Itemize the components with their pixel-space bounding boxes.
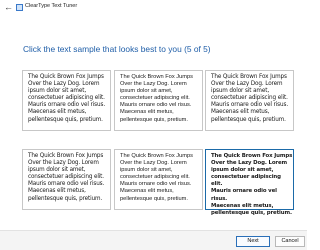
- window-title: ClearType Text Tuner: [25, 3, 78, 9]
- text-sample-2-text: The Quick Brown Fox Jumps Over the Lazy …: [120, 74, 194, 123]
- cleartype-app-icon: [16, 4, 23, 11]
- text-sample-1[interactable]: The Quick Brown Fox Jumps Over the Lazy …: [22, 70, 111, 131]
- text-sample-4-text: The Quick Brown Fox Jumps Over the Lazy …: [28, 153, 105, 202]
- text-sample-6-text: The Quick Brown Fox Jumps Over the Lazy …: [211, 153, 293, 216]
- text-sample-6-selected[interactable]: The Quick Brown Fox Jumps Over the Lazy …: [205, 149, 294, 216]
- text-sample-1-text: The Quick Brown Fox Jumps Over the Lazy …: [28, 74, 106, 123]
- page-heading: Click the text sample that looks best to…: [23, 44, 211, 54]
- text-sample-3[interactable]: The Quick Brown Fox Jumps Over the Lazy …: [205, 70, 294, 131]
- arrow-left-icon[interactable]: ←: [4, 2, 13, 12]
- cleartype-text-tuner-window: ← ClearType Text Tuner Click the text sa…: [0, 0, 307, 250]
- text-sample-5[interactable]: The Quick Brown Fox Jumps Over the Lazy …: [114, 149, 203, 210]
- title-bar: ← ClearType Text Tuner: [0, 0, 307, 16]
- text-sample-3-text: The Quick Brown Fox Jumps Over the Lazy …: [211, 74, 289, 123]
- cancel-button[interactable]: Cancel: [275, 236, 305, 247]
- text-sample-5-text: The Quick Brown Fox Jumps Over the Lazy …: [120, 153, 194, 202]
- text-sample-2[interactable]: The Quick Brown Fox Jumps Over the Lazy …: [114, 70, 203, 131]
- text-sample-4[interactable]: The Quick Brown Fox Jumps Over the Lazy …: [22, 149, 111, 210]
- next-button[interactable]: Next: [236, 236, 270, 247]
